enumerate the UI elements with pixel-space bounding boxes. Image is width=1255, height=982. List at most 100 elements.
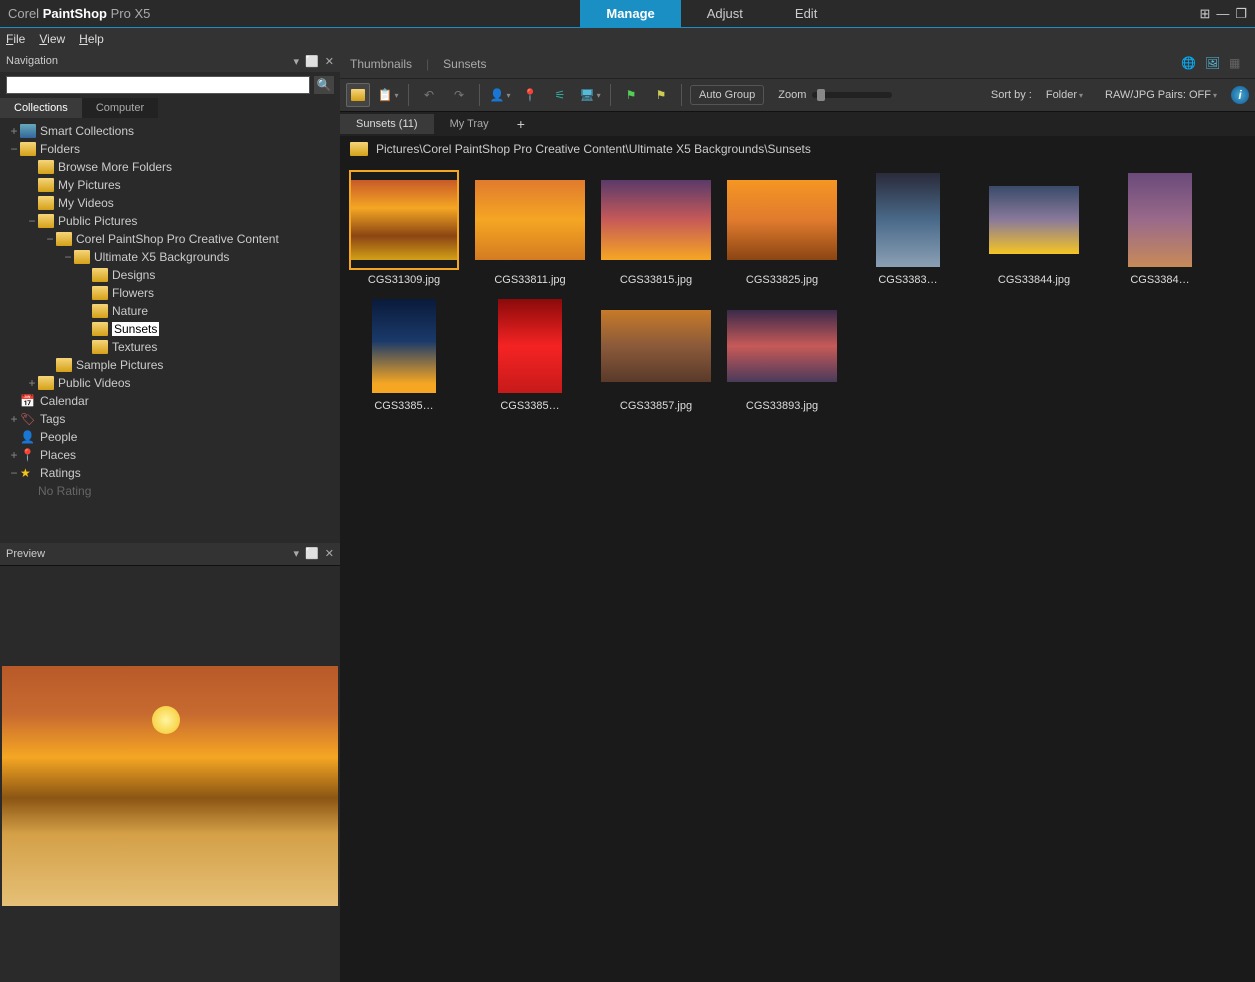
- tree-item-ratings[interactable]: −★Ratings: [2, 464, 338, 482]
- expander-icon[interactable]: +: [26, 376, 38, 390]
- nav-tab-collections[interactable]: Collections: [0, 98, 82, 118]
- thumbnail-label: CGS33857.jpg: [598, 400, 714, 412]
- tree-item-public-videos[interactable]: + Public Videos: [2, 374, 338, 392]
- panel-close-icon[interactable]: ✕: [325, 547, 334, 560]
- menu-file[interactable]: File: [6, 32, 25, 46]
- map-view-icon[interactable]: 🌐: [1181, 56, 1197, 72]
- tree-label: Public Videos: [58, 376, 131, 390]
- window-controls: ⊞ — ❐: [1199, 6, 1255, 22]
- expander-icon[interactable]: +: [8, 124, 20, 138]
- thumbnail-CGS33815-jpg[interactable]: CGS33815.jpg: [596, 168, 716, 288]
- rotate-left-button[interactable]: ↶: [417, 83, 441, 107]
- thumbnail-grid[interactable]: CGS31309.jpgCGS33811.jpgCGS33815.jpgCGS3…: [340, 162, 1255, 982]
- thumbnail-image: [601, 310, 711, 382]
- panel-pin-icon[interactable]: ⬜: [305, 55, 319, 68]
- search-button[interactable]: 🔍: [314, 76, 334, 94]
- folder-icon: [38, 196, 54, 210]
- expander-icon[interactable]: −: [62, 250, 74, 264]
- tab-adjust[interactable]: Adjust: [681, 0, 769, 27]
- tree-item-folders[interactable]: −Folders: [2, 140, 338, 158]
- search-input[interactable]: [6, 76, 310, 94]
- location-button[interactable]: 📍: [518, 83, 542, 107]
- panel-pin-icon[interactable]: ⬜: [305, 547, 319, 560]
- thumb-view-icon[interactable]: ▦: [1229, 56, 1245, 72]
- panel-close-icon[interactable]: ✕: [325, 55, 334, 68]
- thumbnail-CGS31309-jpg[interactable]: CGS31309.jpg: [344, 168, 464, 288]
- tree-item-designs[interactable]: Designs: [2, 266, 338, 284]
- sort-by-dropdown[interactable]: Folder: [1038, 86, 1091, 104]
- rotate-right-button[interactable]: ↷: [447, 83, 471, 107]
- nav-tab-computer[interactable]: Computer: [82, 98, 158, 118]
- thumbnail-CGS33857-jpg[interactable]: CGS33857.jpg: [596, 294, 716, 414]
- thumbnail-CGS33811-jpg[interactable]: CGS33811.jpg: [470, 168, 590, 288]
- thumbnail-CGS3385-[interactable]: CGS3385…: [344, 294, 464, 414]
- expander-icon[interactable]: −: [26, 214, 38, 228]
- tree-item-no-rating[interactable]: No Rating: [2, 482, 338, 500]
- menu-help[interactable]: Help: [79, 32, 104, 46]
- tree-item-smart-collections[interactable]: +Smart Collections: [2, 122, 338, 140]
- tree-label: Nature: [112, 304, 148, 318]
- flag-green-button[interactable]: ⚑: [619, 83, 643, 107]
- tree-item-tags[interactable]: +🏷Tags: [2, 410, 338, 428]
- tree-item-people[interactable]: 👤People: [2, 428, 338, 446]
- thumbnail-CGS33893-jpg[interactable]: CGS33893.jpg: [722, 294, 842, 414]
- expander-icon[interactable]: +: [8, 448, 20, 462]
- thumbnail-image: [727, 180, 837, 260]
- maximize-icon[interactable]: ❐: [1235, 6, 1247, 22]
- tree-item-my-pictures[interactable]: My Pictures: [2, 176, 338, 194]
- thumbnail-CGS33844-jpg[interactable]: CGS33844.jpg: [974, 168, 1094, 288]
- share-button[interactable]: ⚟: [548, 83, 572, 107]
- tree-item-sunsets[interactable]: Sunsets: [2, 320, 338, 338]
- tree-item-flowers[interactable]: Flowers: [2, 284, 338, 302]
- tree-item-public-pictures[interactable]: −Public Pictures: [2, 212, 338, 230]
- tree-item-browse-more-folders[interactable]: Browse More Folders: [2, 158, 338, 176]
- organizer-tab-add[interactable]: +: [505, 112, 537, 136]
- tree-item-my-videos[interactable]: My Videos: [2, 194, 338, 212]
- tree-item-places[interactable]: +📍Places: [2, 446, 338, 464]
- people-tag-button[interactable]: 👤: [488, 83, 512, 107]
- tab-manage[interactable]: Manage: [580, 0, 680, 27]
- tab-edit[interactable]: Edit: [769, 0, 843, 27]
- panel-menu-icon[interactable]: ▾: [294, 55, 300, 68]
- flag-yellow-button[interactable]: ⚑: [649, 83, 673, 107]
- tree-label: My Pictures: [58, 178, 121, 192]
- tree-item-calendar[interactable]: 📅Calendar: [2, 392, 338, 410]
- image-view-icon[interactable]: 🖼: [1205, 56, 1221, 72]
- organizer-tab-mytray[interactable]: My Tray: [434, 114, 505, 134]
- preview-image[interactable]: [2, 666, 338, 906]
- panel-menu-icon[interactable]: ▾: [294, 547, 300, 560]
- zoom-slider[interactable]: [812, 92, 892, 98]
- info-icon[interactable]: i: [1231, 86, 1249, 104]
- folder-view-button[interactable]: [346, 83, 370, 107]
- crumb-folder[interactable]: Sunsets: [443, 57, 486, 71]
- expander-icon[interactable]: −: [8, 466, 20, 480]
- tree-item-corel-paintshop-pro-creative-content[interactable]: −Corel PaintShop Pro Creative Content: [2, 230, 338, 248]
- tree-label: Sunsets: [112, 322, 159, 336]
- organizer-tab-sunsets[interactable]: Sunsets (11): [340, 114, 434, 134]
- tree-label: Ultimate X5 Backgrounds: [94, 250, 229, 264]
- breadcrumb-path[interactable]: Pictures\Corel PaintShop Pro Creative Co…: [376, 142, 811, 156]
- raw-jpg-dropdown[interactable]: RAW/JPG Pairs: OFF: [1097, 86, 1225, 104]
- tree-item-textures[interactable]: Textures: [2, 338, 338, 356]
- screen-button[interactable]: 🖥: [578, 83, 602, 107]
- folder-icon: [38, 376, 54, 390]
- thumbnail-CGS3384-[interactable]: CGS3384…: [1100, 168, 1220, 288]
- folder-tree[interactable]: +Smart Collections−FoldersBrowse More Fo…: [0, 118, 340, 543]
- tree-item-ultimate-x5-backgrounds[interactable]: − Ultimate X5 Backgrounds: [2, 248, 338, 266]
- folder-icon: [74, 250, 90, 264]
- tree-label: Calendar: [40, 394, 89, 408]
- thumbnail-CGS3383-[interactable]: CGS3383…: [848, 168, 968, 288]
- minimize-icon[interactable]: —: [1216, 6, 1229, 22]
- thumbnail-CGS3385-[interactable]: CGS3385…: [470, 294, 590, 414]
- expander-icon[interactable]: −: [8, 142, 20, 156]
- list-view-button[interactable]: 📋: [376, 83, 400, 107]
- crumb-thumbnails[interactable]: Thumbnails: [350, 57, 412, 71]
- tree-item-sample-pictures[interactable]: Sample Pictures: [2, 356, 338, 374]
- thumbnail-CGS33825-jpg[interactable]: CGS33825.jpg: [722, 168, 842, 288]
- menu-view[interactable]: View: [39, 32, 65, 46]
- expander-icon[interactable]: +: [8, 412, 20, 426]
- workspace-icon[interactable]: ⊞: [1199, 6, 1210, 22]
- expander-icon[interactable]: −: [44, 232, 56, 246]
- auto-group-button[interactable]: Auto Group: [690, 85, 764, 105]
- tree-item-nature[interactable]: Nature: [2, 302, 338, 320]
